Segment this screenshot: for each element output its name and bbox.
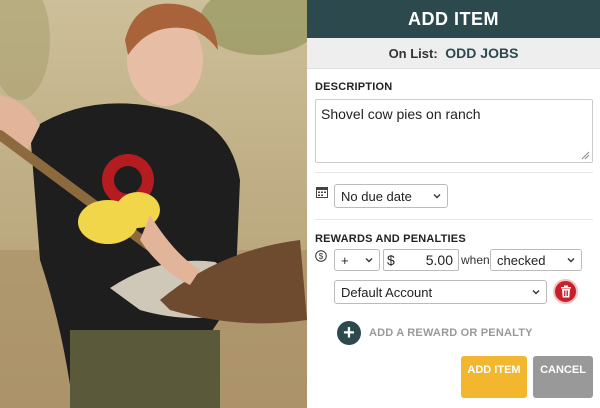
chevron-down-icon xyxy=(365,258,373,263)
account-value: Default Account xyxy=(341,284,433,300)
sign-value: + xyxy=(341,252,349,268)
description-value: Shovel cow pies on ranch xyxy=(321,106,481,122)
currency-symbol: $ xyxy=(387,252,395,268)
sign-select[interactable]: + xyxy=(334,249,380,271)
dialog-title: ADD ITEM xyxy=(307,0,600,38)
add-reward-label: ADD A REWARD OR PENALTY xyxy=(369,327,533,339)
resize-grip-icon[interactable] xyxy=(580,150,590,160)
on-list-label: On List: xyxy=(388,46,438,61)
plus-icon: + xyxy=(337,321,361,345)
amount-input[interactable]: $ 5.00 xyxy=(383,249,459,271)
list-name: ODD JOBS xyxy=(445,45,519,61)
trash-icon xyxy=(560,285,571,298)
chevron-down-icon xyxy=(433,194,441,199)
delete-reward-button[interactable] xyxy=(553,279,578,304)
add-item-panel: ADD ITEM On List: ODD JOBS DESCRIPTION S… xyxy=(307,0,600,408)
cancel-button[interactable]: CANCEL xyxy=(533,356,593,398)
on-list-bar: On List: ODD JOBS xyxy=(307,38,600,69)
due-date-select[interactable]: No due date xyxy=(334,184,448,208)
chevron-down-icon xyxy=(532,290,540,295)
rewards-label: REWARDS AND PENALTIES xyxy=(315,233,466,245)
svg-text:$: $ xyxy=(319,252,324,261)
dollar-circle-icon: $ xyxy=(315,250,327,262)
add-reward-button[interactable]: + ADD A REWARD OR PENALTY xyxy=(337,320,533,346)
chevron-down-icon xyxy=(567,258,575,263)
due-date-value: No due date xyxy=(341,188,412,204)
amount-value: 5.00 xyxy=(425,252,453,268)
add-item-button[interactable]: ADD ITEM xyxy=(461,356,527,398)
calendar-icon xyxy=(316,187,328,198)
description-field[interactable]: Shovel cow pies on ranch xyxy=(315,99,593,163)
account-select[interactable]: Default Account xyxy=(334,280,547,304)
boy-with-shovel-photo xyxy=(0,0,307,408)
photo-illustration xyxy=(0,0,307,408)
divider xyxy=(315,172,593,173)
condition-select[interactable]: checked xyxy=(490,249,582,271)
when-label: when xyxy=(461,253,490,267)
condition-value: checked xyxy=(497,252,546,268)
description-label: DESCRIPTION xyxy=(315,81,393,93)
divider xyxy=(315,219,593,220)
